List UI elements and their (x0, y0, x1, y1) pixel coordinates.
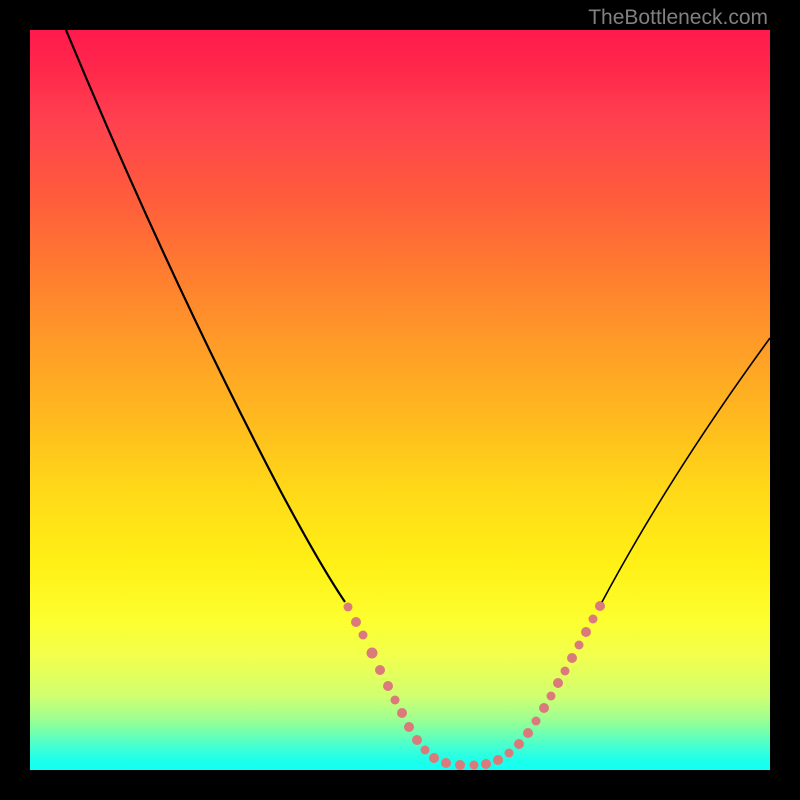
curve-right-solid (602, 338, 770, 602)
curve-left-dotted (344, 603, 525, 771)
bottleneck-curve (30, 30, 770, 770)
curve-left-solid (66, 30, 345, 602)
curve-right-dotted (523, 601, 605, 738)
chart-container: TheBottleneck.com (0, 0, 800, 800)
watermark-text: TheBottleneck.com (588, 6, 768, 30)
plot-area (30, 30, 770, 770)
